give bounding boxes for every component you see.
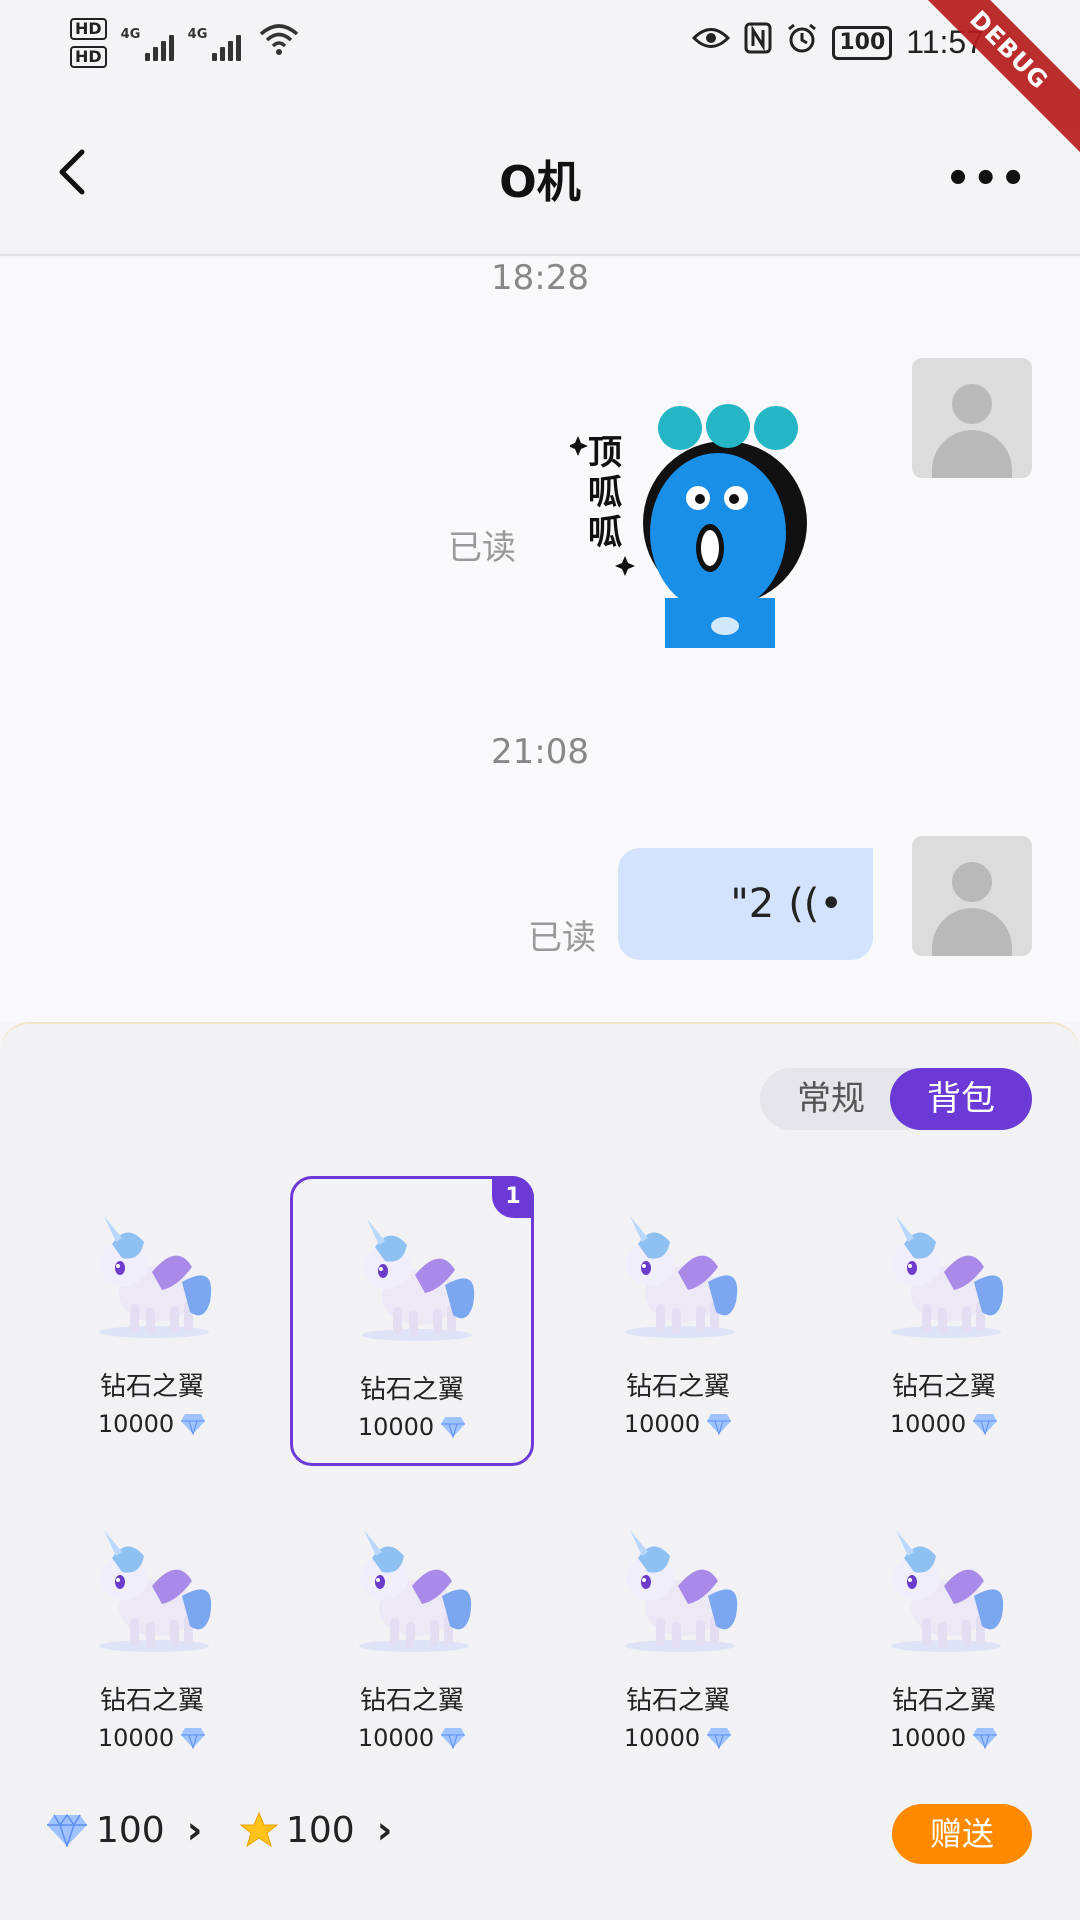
gift-image: [625, 1530, 738, 1652]
diamond-icon: [441, 1728, 466, 1749]
nfc-icon: [744, 22, 772, 63]
gift-image: [891, 1216, 1004, 1338]
gift-price: 10000: [30, 1724, 274, 1752]
gift-footer: 100 › 100 › 赠送: [0, 1800, 1080, 1870]
send-gift-button[interactable]: 赠送: [892, 1804, 1032, 1864]
gift-item[interactable]: 钻石之翼 10000: [30, 1490, 274, 1780]
gift-name: 钻石之翼: [891, 1372, 996, 1402]
star-balance-value: 100: [286, 1809, 355, 1851]
chat-message-list[interactable]: 18:28 顶 呱 呱 已读 21:08 已读 "2 ((•: [0, 258, 1080, 1022]
status-bar: HD HD 4G 4G 100 11:57: [0, 0, 1080, 96]
gift-tab-switch: 常规 背包: [760, 1068, 1032, 1130]
diamond-icon: [707, 1728, 732, 1749]
diamond-icon: [973, 1414, 998, 1435]
gift-item[interactable]: 钻石之翼 10000 1: [290, 1176, 534, 1466]
gift-name: 钻石之翼: [625, 1372, 730, 1402]
gift-image: [362, 1219, 475, 1341]
gift-panel: 常规 背包: [0, 1022, 1080, 1920]
gift-name: 钻石之翼: [359, 1686, 464, 1716]
gift-price: 10000: [290, 1724, 534, 1752]
gift-image: [359, 1530, 472, 1652]
gift-price: 10000: [822, 1410, 1066, 1438]
alarm-icon: [786, 22, 818, 63]
status-right: 100 11:57: [692, 22, 984, 63]
status-left: HD HD 4G 4G: [70, 18, 299, 68]
gift-image: [625, 1216, 738, 1338]
voice-wave-icon: ((•: [788, 881, 843, 927]
signal-icon-1: 4G: [121, 25, 174, 61]
sticker-char-3: 呱: [588, 513, 622, 553]
star-balance[interactable]: 100 ›: [240, 1808, 392, 1852]
page-title: O机: [499, 157, 581, 208]
gift-count-badge: 1: [492, 1176, 534, 1218]
gift-name: 钻石之翼: [99, 1686, 204, 1716]
diamond-balance-value: 100: [96, 1809, 165, 1851]
gift-image: [891, 1530, 1004, 1652]
gift-item[interactable]: 钻石之翼 10000: [822, 1490, 1066, 1780]
diamond-icon: [973, 1728, 998, 1749]
battery-icon: 100: [832, 25, 893, 60]
tab-normal[interactable]: 常规: [760, 1068, 902, 1130]
voice-duration: "2: [730, 881, 775, 927]
wifi-icon: [259, 22, 299, 65]
sticker-char-1: 顶: [588, 433, 622, 473]
gift-item[interactable]: 钻石之翼 10000: [30, 1176, 274, 1466]
gift-name: 钻石之翼: [625, 1686, 730, 1716]
star-icon: [240, 1812, 278, 1848]
voice-message-bubble[interactable]: "2 ((•: [618, 848, 873, 960]
gift-price: 10000: [30, 1410, 274, 1438]
diamond-balance[interactable]: 100 ›: [46, 1808, 202, 1852]
diamond-icon: [181, 1414, 206, 1435]
diamond-icon: [47, 1813, 87, 1847]
read-status: 已读: [448, 528, 516, 568]
gift-item[interactable]: 钻石之翼 10000: [556, 1490, 800, 1780]
diamond-icon: [181, 1728, 206, 1749]
top-nav-bar: O机 •••: [0, 96, 1080, 256]
gift-image: [99, 1216, 212, 1338]
tab-bag[interactable]: 背包: [890, 1068, 1032, 1130]
gift-item[interactable]: 钻石之翼 10000: [290, 1490, 534, 1780]
gift-item[interactable]: 钻石之翼 10000: [822, 1176, 1066, 1466]
gift-price: 10000: [556, 1724, 800, 1752]
sticker-message[interactable]: 顶 呱 呱: [570, 398, 840, 648]
diamond-icon: [707, 1414, 732, 1435]
gift-name: 钻石之翼: [99, 1372, 204, 1402]
gift-name: 钻石之翼: [891, 1686, 996, 1716]
signal-icon-2: 4G: [188, 25, 241, 61]
hd-icon-1: HD: [70, 18, 107, 40]
timestamp: 21:08: [491, 732, 589, 772]
gift-name: 钻石之翼: [359, 1375, 464, 1405]
eye-icon: [692, 23, 731, 62]
gift-price: 10000: [822, 1724, 1066, 1752]
read-status: 已读: [528, 918, 596, 958]
chevron-right-icon: ›: [376, 1808, 393, 1852]
gift-image: [99, 1530, 212, 1652]
avatar[interactable]: [912, 358, 1032, 478]
hd-icon-2: HD: [70, 46, 107, 68]
more-icon[interactable]: •••: [945, 156, 1028, 202]
avatar[interactable]: [912, 836, 1032, 956]
chevron-right-icon: ›: [186, 1808, 203, 1852]
gift-item[interactable]: 钻石之翼 10000: [556, 1176, 800, 1466]
gift-price: 10000: [556, 1410, 800, 1438]
diamond-icon: [441, 1417, 466, 1438]
timestamp: 18:28: [491, 258, 589, 298]
sticker-char-2: 呱: [588, 473, 622, 513]
gift-price: 10000: [293, 1413, 531, 1441]
